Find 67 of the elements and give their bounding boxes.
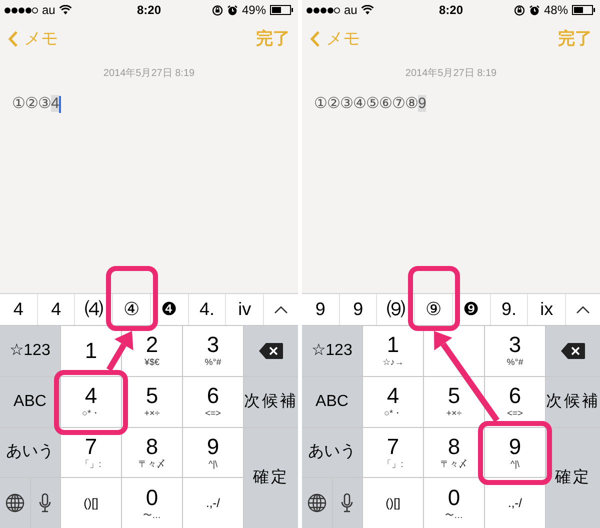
chevron-left-icon <box>8 31 18 47</box>
key[interactable]: 9 ^|\ <box>183 428 243 478</box>
key[interactable]: 8 〒々〆 <box>424 428 484 478</box>
key[interactable]: 5 +×÷ <box>122 376 182 426</box>
key[interactable]: .,-/ <box>183 478 243 528</box>
rotation-lock-icon <box>514 4 525 16</box>
battery-icon <box>572 5 596 15</box>
signal-icon <box>4 6 38 14</box>
key[interactable]: 1 ☆♪→ <box>363 326 423 376</box>
note-date: 2014年5月27日 8:19 <box>405 67 497 81</box>
key[interactable]: 5 +×÷ <box>424 376 484 426</box>
clock-time: 8:20 <box>438 2 464 19</box>
key[interactable]: 4 ○*・ <box>363 376 423 426</box>
key[interactable]: ()[] <box>61 478 121 528</box>
carrier-label: au <box>344 2 358 19</box>
wifi-icon <box>59 5 72 15</box>
mode-key[interactable]: ABC <box>0 376 60 426</box>
battery-icon <box>270 5 294 15</box>
key[interactable]: 9 ^|\ <box>485 428 545 478</box>
microphone-icon <box>341 493 354 514</box>
chevron-up-icon <box>576 306 590 314</box>
function-key[interactable]: 確定 <box>546 428 600 528</box>
key[interactable]: 3 %°# <box>485 326 545 376</box>
key[interactable]: ()[] <box>363 478 423 528</box>
globe-key[interactable] <box>0 478 30 528</box>
function-key[interactable]: 確定 <box>244 428 298 528</box>
globe-icon <box>4 493 25 514</box>
microphone-key[interactable] <box>332 478 362 528</box>
pointer-arrow <box>106 331 134 372</box>
function-key[interactable]: 次候補 <box>244 377 298 427</box>
delete-key[interactable] <box>546 326 600 376</box>
chevron-up-icon <box>274 306 288 314</box>
carrier-label: au <box>42 2 56 19</box>
key[interactable]: 7 「」: <box>61 428 121 478</box>
battery-percent: 48% <box>544 2 568 19</box>
signal-icon <box>306 6 340 14</box>
globe-key[interactable] <box>302 478 332 528</box>
key[interactable]: 4 ○*・ <box>61 376 121 426</box>
key[interactable]: 8 〒々〆 <box>122 428 182 478</box>
mode-key[interactable]: ABC <box>302 376 362 426</box>
microphone-icon <box>39 493 52 514</box>
key[interactable]: 0 〜… <box>122 478 182 528</box>
globe-icon <box>306 493 327 514</box>
mode-key[interactable]: ☆123 <box>302 326 362 376</box>
rotation-lock-icon <box>212 4 223 16</box>
mode-key[interactable]: ☆123 <box>0 326 60 376</box>
clock-time: 8:20 <box>136 2 162 19</box>
microphone-key[interactable] <box>30 478 60 528</box>
alarm-icon <box>226 4 238 16</box>
note-date: 2014年5月27日 8:19 <box>103 67 195 81</box>
chevron-left-icon <box>310 31 320 47</box>
backspace-icon <box>259 343 283 359</box>
delete-key[interactable] <box>244 326 298 376</box>
wifi-icon <box>361 5 374 15</box>
key[interactable]: 7 「」: <box>363 428 423 478</box>
key[interactable]: 0 〜… <box>424 478 484 528</box>
alarm-icon <box>528 4 540 16</box>
mode-key[interactable]: あいう <box>302 428 362 478</box>
note-text: ①②③④⑤⑥⑦⑧9 <box>314 94 426 114</box>
note-text: ①②③4 <box>12 94 60 114</box>
key[interactable]: 6 <=> <box>183 376 243 426</box>
backspace-icon <box>561 343 585 359</box>
key[interactable]: 3 %°# <box>183 326 243 376</box>
key[interactable]: .,-/ <box>485 478 545 528</box>
mode-key[interactable]: あいう <box>0 428 60 478</box>
function-key[interactable]: 次候補 <box>546 377 600 427</box>
battery-percent: 49% <box>242 2 266 19</box>
